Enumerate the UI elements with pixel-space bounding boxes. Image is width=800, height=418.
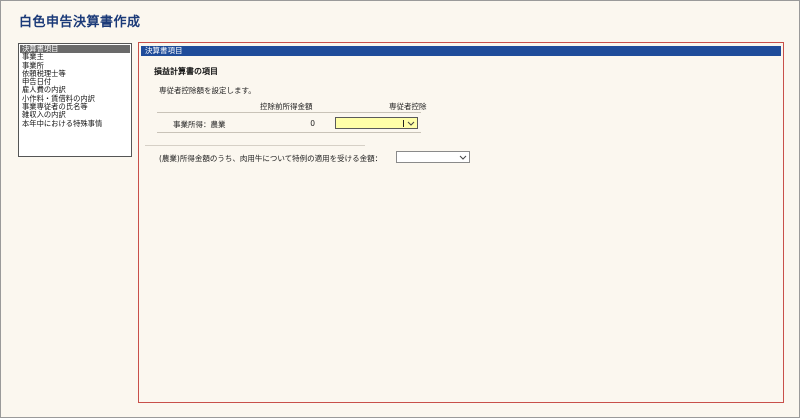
row-label-farming-income: 事業所得：農業 (173, 120, 226, 129)
app-window: 白色申告決算書作成 決算書項目 事業主 事業所 依頼税理士等 申告日付 雇人費の… (0, 0, 800, 418)
row-value-pre-deduction-income: 0 (310, 119, 315, 128)
beef-cattle-amount-select[interactable] (396, 151, 470, 163)
panel-header: 決算書項目 (141, 46, 781, 56)
beef-cattle-question-label: (農業)所得金額のうち、肉用牛について特例の適用を受ける金額： (159, 154, 383, 163)
page-title: 白色申告決算書作成 (19, 15, 141, 30)
row-bottom-border (157, 132, 421, 133)
employee-deduction-select[interactable] (335, 117, 418, 129)
column-header-employee-deduction: 専従者控除 (389, 102, 427, 111)
section-title: 損益計算書の項目 (154, 67, 218, 76)
instruction-text: 専従者控除額を設定します。 (159, 86, 256, 95)
column-header-pre-deduction-income: 控除前所得金額 (260, 102, 313, 111)
sidebar-list[interactable]: 決算書項目 事業主 事業所 依頼税理士等 申告日付 雇人費の内訳 小作料・賃借料… (18, 43, 132, 157)
row-top-border (157, 112, 421, 113)
text-cursor (403, 120, 404, 127)
section-divider (145, 145, 365, 146)
sidebar-item-special-circumstances[interactable]: 本年中における特殊事情 (20, 119, 130, 128)
chevron-down-icon[interactable] (457, 152, 469, 162)
settlement-items-panel: 決算書項目 損益計算書の項目 専従者控除額を設定します。 控除前所得金額 専従者… (138, 42, 784, 403)
chevron-down-icon[interactable] (405, 118, 417, 128)
